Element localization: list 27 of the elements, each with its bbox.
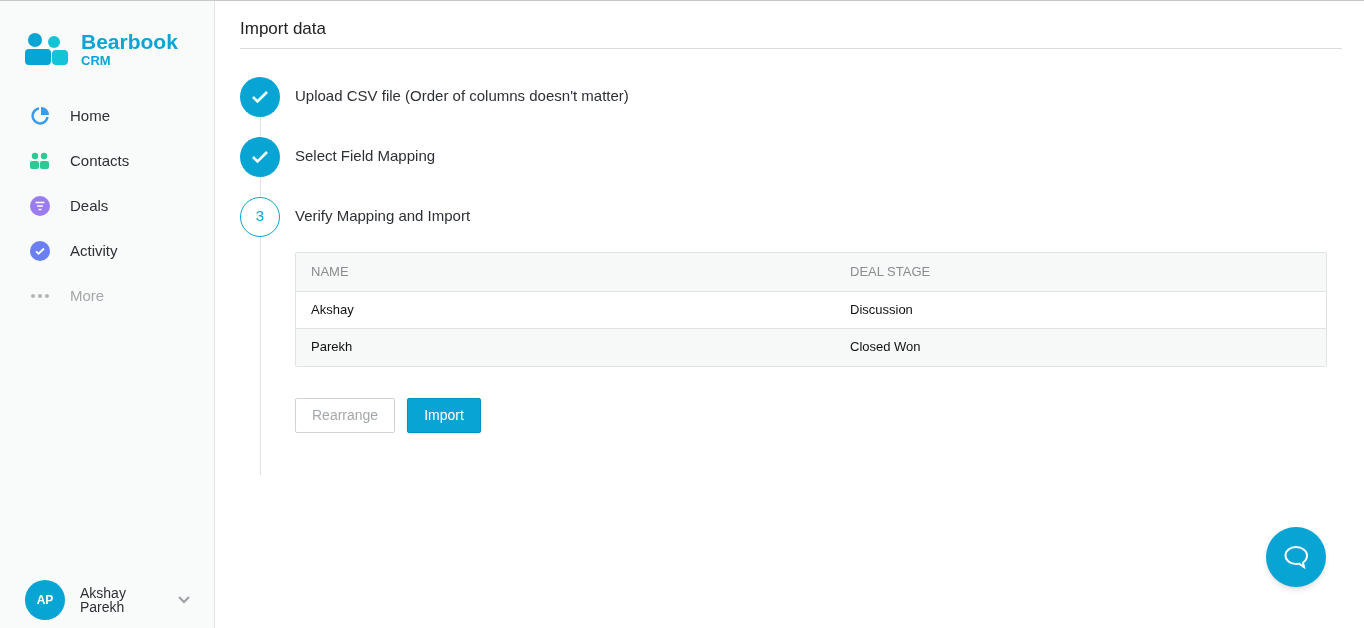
nav-item[interactable]: Deals	[0, 194, 214, 218]
page-title: Import data	[240, 16, 1342, 49]
brand-name: Bearbook	[81, 31, 178, 52]
table-cell-text: Akshay	[311, 300, 355, 319]
step-label: Verify Mapping and Import	[295, 206, 471, 227]
step-label: Select Field Mapping	[295, 146, 436, 167]
filter-icon	[30, 196, 50, 216]
table-cell-text: Discussion	[850, 300, 914, 319]
column-header: DEAL STAGE	[850, 262, 932, 281]
brand-subtitle: CRM	[81, 54, 112, 67]
column-header: NAME	[311, 262, 350, 281]
user-name: Akshay Parekh	[80, 586, 127, 614]
people-icon	[30, 152, 50, 170]
step-label: Upload CSV file (Order of columns doesn't matter)	[295, 86, 629, 107]
nav-item[interactable]: Home	[0, 104, 214, 128]
check-circle-icon	[30, 241, 50, 261]
chat-button[interactable]	[1266, 527, 1326, 587]
more-icon	[30, 293, 50, 299]
chat-bubble-icon	[1283, 545, 1309, 569]
pie-chart-icon	[30, 106, 50, 126]
table-cell-text: Parekh	[311, 338, 354, 357]
logo-icon	[25, 32, 69, 66]
nav-item[interactable]: Contacts	[0, 149, 214, 173]
table-cell-text: Closed Won	[850, 338, 922, 357]
step-number: 3	[240, 196, 280, 237]
nav-item[interactable]: Activity	[0, 239, 214, 263]
chevron-down-icon[interactable]	[178, 596, 190, 604]
